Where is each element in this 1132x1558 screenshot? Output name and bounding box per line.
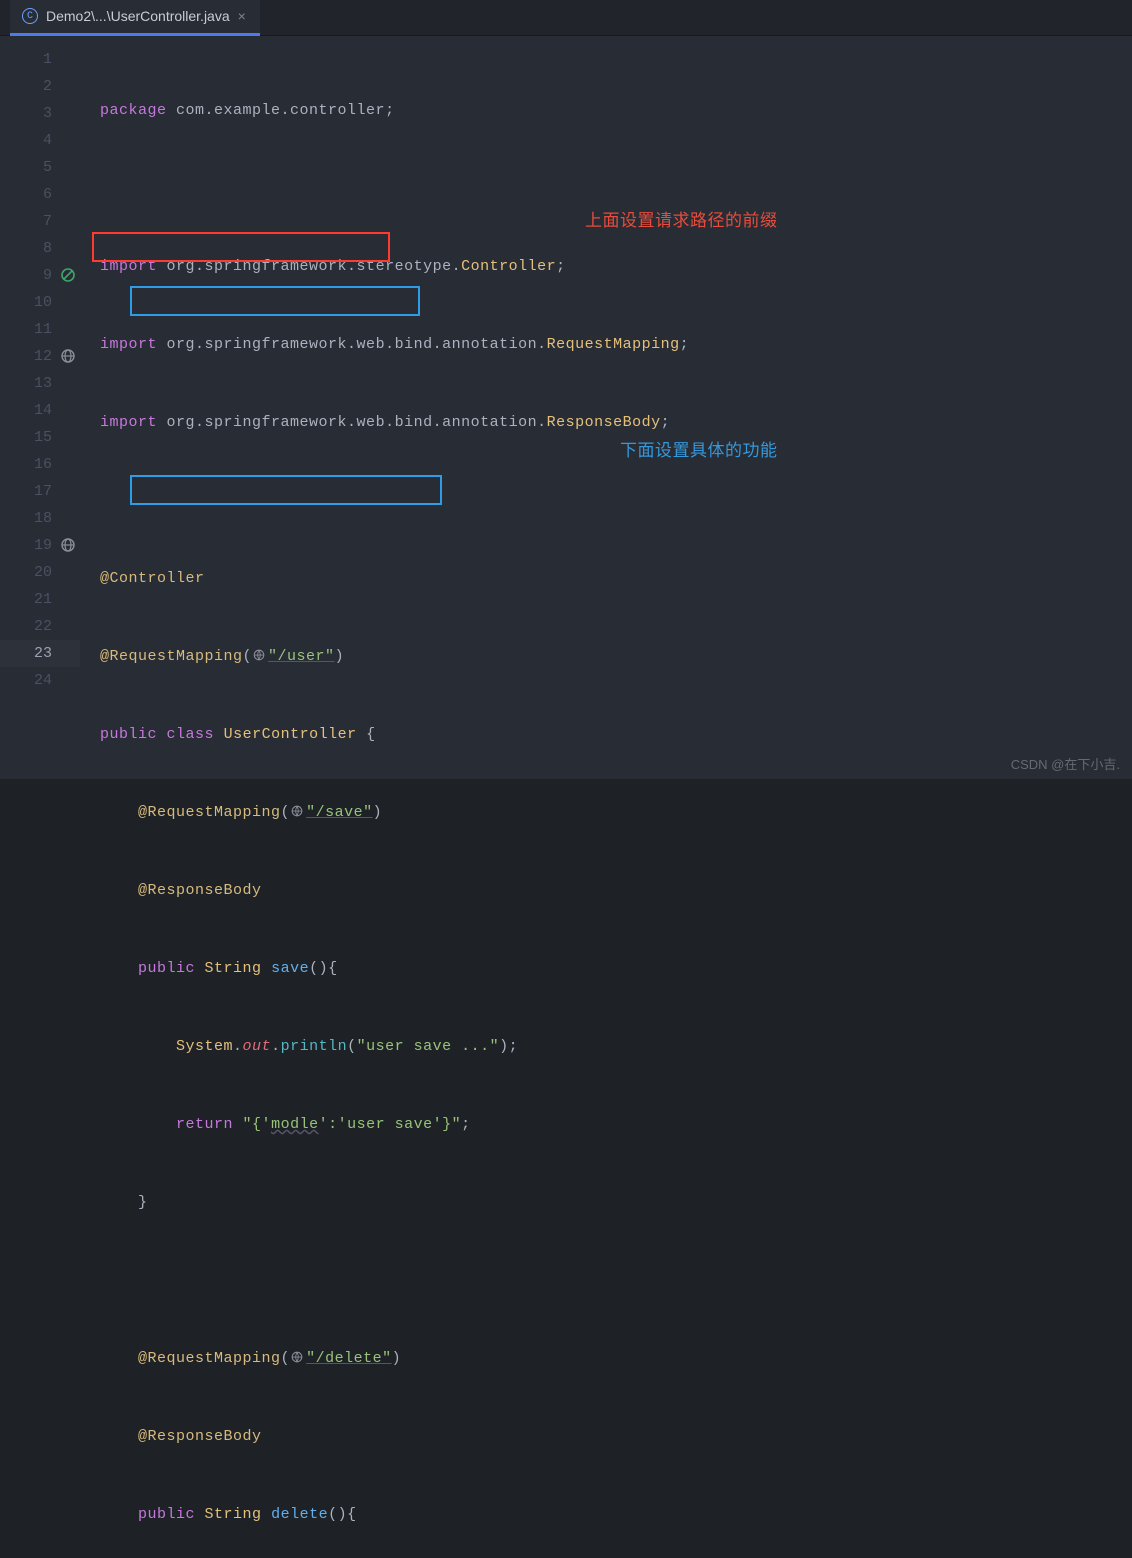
code-line: public String delete(){ — [80, 1501, 1132, 1528]
tab-bar: C Demo2\...\UserController.java × — [0, 0, 1132, 36]
code-line: @Controller — [80, 565, 1132, 592]
code-line: import org.springframework.web.bind.anno… — [80, 409, 1132, 436]
code-area[interactable]: package com.example.controller; import o… — [80, 36, 1132, 779]
code-line: package com.example.controller; — [80, 97, 1132, 124]
file-tab[interactable]: C Demo2\...\UserController.java × — [10, 0, 260, 36]
code-line: } — [80, 1189, 1132, 1216]
line-number: 8 — [0, 235, 80, 262]
java-class-icon: C — [22, 8, 38, 24]
line-number: 13 — [0, 370, 80, 397]
line-number: 4 — [0, 127, 80, 154]
globe-icon — [290, 1350, 304, 1364]
annotation-red: 上面设置请求路径的前缀 — [585, 206, 778, 231]
close-icon[interactable]: × — [238, 8, 246, 24]
no-entry-icon — [60, 267, 76, 283]
line-number: 5 — [0, 154, 80, 181]
code-line: @ResponseBody — [80, 1423, 1132, 1450]
line-number: 15 — [0, 424, 80, 451]
line-number: 19 — [0, 532, 80, 559]
line-number: 1 — [0, 46, 80, 73]
globe-icon — [252, 648, 266, 662]
code-line — [80, 175, 1132, 202]
line-number: 18 — [0, 505, 80, 532]
line-number: 14 — [0, 397, 80, 424]
annotation-blue: 下面设置具体的功能 — [620, 436, 778, 461]
editor: 1 2 3 4 5 6 7 8 9 10 11 12 13 14 15 16 1… — [0, 36, 1132, 779]
code-line: public class UserController { — [80, 721, 1132, 748]
code-line: import org.springframework.stereotype.Co… — [80, 253, 1132, 280]
line-number: 21 — [0, 586, 80, 613]
line-number: 9 — [0, 262, 80, 289]
line-number: 20 — [0, 559, 80, 586]
line-number: 23 — [0, 640, 80, 667]
code-line: return "{'modle':'user save'}"; — [80, 1111, 1132, 1138]
code-line: System.out.println("user save ..."); — [80, 1033, 1132, 1060]
line-number: 7 — [0, 208, 80, 235]
line-number: 24 — [0, 667, 80, 694]
line-number: 17 — [0, 478, 80, 505]
globe-icon — [290, 804, 304, 818]
line-number: 11 — [0, 316, 80, 343]
code-line: public String save(){ — [80, 955, 1132, 982]
line-number: 22 — [0, 613, 80, 640]
line-number: 6 — [0, 181, 80, 208]
line-number: 2 — [0, 73, 80, 100]
highlight-box-blue-save — [130, 286, 420, 316]
code-line: @RequestMapping("/save") — [80, 799, 1132, 826]
line-number: 16 — [0, 451, 80, 478]
watermark: CSDN @在下小吉. — [1011, 754, 1120, 773]
line-number: 10 — [0, 289, 80, 316]
code-line: @RequestMapping("/delete") — [80, 1345, 1132, 1372]
gutter: 1 2 3 4 5 6 7 8 9 10 11 12 13 14 15 16 1… — [0, 36, 80, 779]
line-number: 3 — [0, 100, 80, 127]
code-line — [80, 1267, 1132, 1294]
tab-title: Demo2\...\UserController.java — [46, 8, 230, 24]
code-line: @ResponseBody — [80, 877, 1132, 904]
code-line: @RequestMapping("/user") — [80, 643, 1132, 670]
web-endpoint-icon — [60, 348, 76, 364]
code-line — [80, 487, 1132, 514]
code-line: import org.springframework.web.bind.anno… — [80, 331, 1132, 358]
web-endpoint-icon — [60, 537, 76, 553]
line-number: 12 — [0, 343, 80, 370]
